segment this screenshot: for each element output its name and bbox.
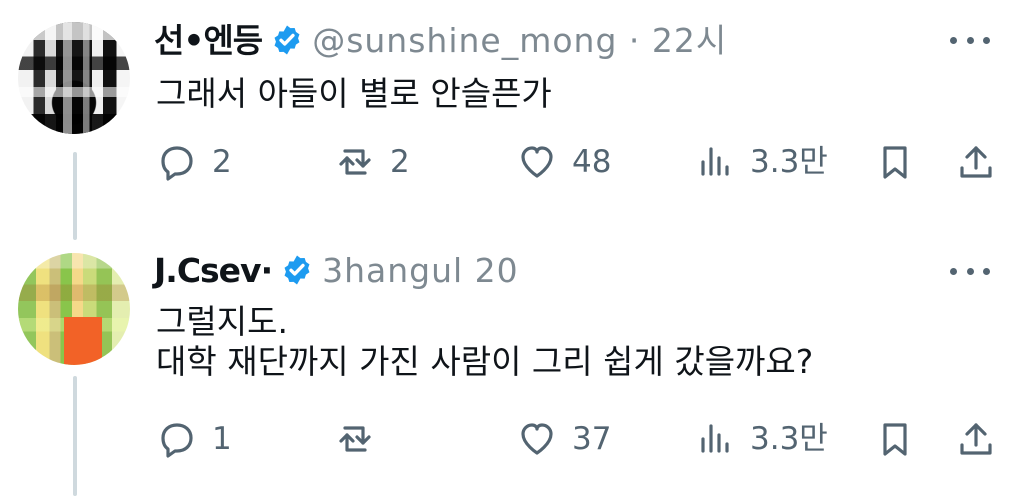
reply-icon <box>155 140 199 184</box>
reply-button[interactable]: 1 <box>155 413 232 465</box>
view-count: 3.3만 <box>750 420 828 457</box>
repost-icon <box>333 140 377 184</box>
tweet-text: 그래서 아들이 별로 안슬픈가 <box>156 74 552 113</box>
like-count: 37 <box>572 420 612 457</box>
more-dot-icon <box>966 36 974 44</box>
bookmark-icon <box>873 140 917 184</box>
more-options-button[interactable] <box>950 32 990 48</box>
more-dot-icon <box>950 267 957 275</box>
views-button[interactable]: 3.3만 <box>693 136 828 188</box>
analytics-icon <box>693 140 737 184</box>
like-button[interactable]: 37 <box>515 413 611 465</box>
avatar[interactable] <box>18 253 130 365</box>
display-name[interactable]: 선•엔등 <box>154 24 263 57</box>
bookmark-button[interactable] <box>873 413 917 465</box>
more-dot-icon <box>983 267 990 275</box>
analytics-icon <box>693 417 737 461</box>
heart-icon <box>515 417 559 461</box>
bookmark-button[interactable] <box>873 136 917 188</box>
more-dot-icon <box>966 267 974 275</box>
repost-count: 2 <box>390 143 410 180</box>
share-button[interactable] <box>954 136 998 188</box>
repost-icon <box>333 417 377 461</box>
reply-count: 2 <box>212 143 232 180</box>
bookmark-icon <box>873 417 917 461</box>
handle-and-time[interactable]: 3hangul 20 <box>322 254 519 287</box>
tweet-text: 그럴지도. 대학 재단까지 가진 사람이 그리 쉽게 갔을까요? <box>156 302 814 381</box>
repost-button[interactable] <box>333 413 390 465</box>
like-button[interactable]: 48 <box>515 136 611 188</box>
like-count: 48 <box>572 143 612 180</box>
tweet-header: 선•엔등 @sunshine_mong · 22시 <box>154 23 727 57</box>
view-count: 3.3만 <box>750 143 828 180</box>
heart-icon <box>515 140 559 184</box>
share-icon <box>954 417 998 461</box>
tweet-header: J.Csev· 3hangul 20 <box>154 253 519 287</box>
share-button[interactable] <box>954 413 998 465</box>
reply-icon <box>155 417 199 461</box>
verified-badge-icon <box>274 25 300 55</box>
more-dot-icon <box>950 36 957 44</box>
more-dot-icon <box>983 36 990 44</box>
views-button[interactable]: 3.3만 <box>693 413 828 465</box>
reply-button[interactable]: 2 <box>155 136 232 188</box>
handle-and-time[interactable]: @sunshine_mong · 22시 <box>312 24 727 57</box>
display-name[interactable]: J.Csev· <box>154 254 273 287</box>
more-options-button[interactable] <box>950 263 990 279</box>
tweet-actions: 2 2 48 3.3만 <box>155 136 998 188</box>
tweet-actions: 1 37 3.3만 <box>155 413 998 465</box>
tweet-2[interactable]: J.Csev· 3hangul 20 그럴지도. 대학 재단까지 가진 사람이 … <box>0 240 1024 496</box>
repost-button[interactable]: 2 <box>333 136 410 188</box>
reply-count: 1 <box>212 420 232 457</box>
avatar[interactable] <box>18 22 130 134</box>
share-icon <box>954 140 998 184</box>
tweet-1[interactable]: 선•엔등 @sunshine_mong · 22시 그래서 아들이 별로 안슬픈… <box>0 0 1024 240</box>
verified-badge-icon <box>284 255 310 285</box>
